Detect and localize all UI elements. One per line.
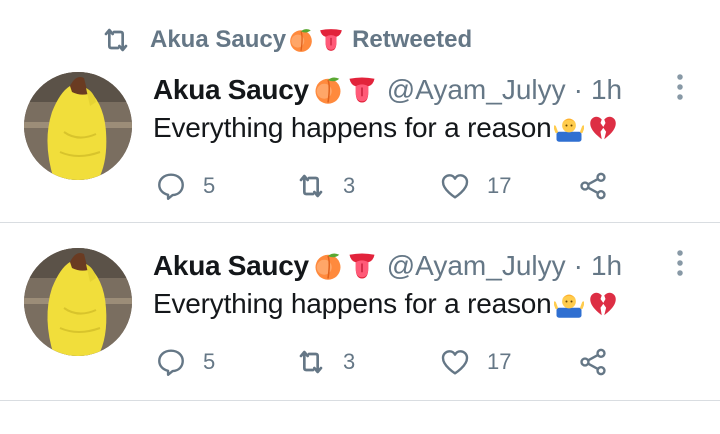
- author-handle[interactable]: @Ayam_Julyy: [387, 74, 566, 106]
- tweet-actions: 5 3 17: [155, 342, 625, 382]
- reply-icon: [155, 170, 187, 202]
- reply-count: 5: [203, 349, 216, 374]
- reply-button[interactable]: 5: [155, 166, 215, 206]
- retweet-count: 3: [343, 349, 356, 374]
- retweet-count: 3: [343, 173, 356, 198]
- timestamp[interactable]: 1h: [591, 74, 622, 106]
- peach-emoji: [313, 75, 343, 105]
- tweet-text: Everything happens for a reason: [153, 110, 618, 146]
- share-icon: [577, 170, 609, 202]
- share-icon: [577, 346, 609, 378]
- tongue-emoji: [347, 75, 377, 105]
- man-shrugging-emoji: [554, 113, 584, 143]
- tweet[interactable]: Akua Saucy @Ayam_Julyy · 1h Everything h…: [0, 238, 720, 401]
- more-options-icon[interactable]: [668, 72, 692, 102]
- man-shrugging-emoji: [554, 289, 584, 319]
- heart-icon: [439, 170, 471, 202]
- retweet-button[interactable]: 3: [295, 166, 355, 206]
- like-count: 17: [487, 349, 512, 374]
- tweet-header: Akua Saucy @Ayam_Julyy · 1h: [153, 72, 622, 108]
- tweet[interactable]: Akua Saucy @Ayam_Julyy · 1h Everything h…: [0, 62, 720, 223]
- retweet-icon: [295, 170, 327, 202]
- peach-emoji: [288, 27, 314, 53]
- tweet-text: Everything happens for a reason: [153, 286, 618, 322]
- tweet-actions: 5 3 17: [155, 166, 625, 206]
- reply-button[interactable]: 5: [155, 342, 215, 382]
- retweet-icon: [295, 346, 327, 378]
- author-name[interactable]: Akua Saucy: [153, 250, 309, 282]
- timestamp[interactable]: 1h: [591, 250, 622, 282]
- reply-count: 5: [203, 173, 216, 198]
- retweeter-name: Akua Saucy: [150, 26, 287, 53]
- share-button[interactable]: [577, 342, 625, 382]
- retweet-context[interactable]: Akua Saucy Retweeted: [100, 22, 472, 58]
- next-tweet-placeholder: [0, 401, 720, 434]
- like-count: 17: [487, 173, 512, 198]
- tweet-text-content: Everything happens for a reason: [153, 112, 552, 143]
- more-options-icon[interactable]: [668, 248, 692, 278]
- author-handle[interactable]: @Ayam_Julyy: [387, 250, 566, 282]
- retweet-icon: [100, 24, 132, 56]
- separator-dot: ·: [573, 74, 583, 105]
- like-button[interactable]: 17: [439, 166, 511, 206]
- tongue-emoji: [318, 27, 344, 53]
- reply-icon: [155, 346, 187, 378]
- retweet-button[interactable]: 3: [295, 342, 355, 382]
- separator-dot: ·: [573, 250, 583, 281]
- tongue-emoji: [347, 251, 377, 281]
- share-button[interactable]: [577, 166, 625, 206]
- tweet-text-content: Everything happens for a reason: [153, 288, 552, 319]
- peach-emoji: [313, 251, 343, 281]
- avatar[interactable]: [24, 72, 132, 180]
- tweet-header: Akua Saucy @Ayam_Julyy · 1h: [153, 248, 622, 284]
- broken-heart-emoji: [588, 113, 618, 143]
- retweeted-label: Retweeted: [352, 26, 473, 53]
- broken-heart-emoji: [588, 289, 618, 319]
- heart-icon: [439, 346, 471, 378]
- like-button[interactable]: 17: [439, 342, 511, 382]
- author-name[interactable]: Akua Saucy: [153, 74, 309, 106]
- avatar[interactable]: [24, 248, 132, 356]
